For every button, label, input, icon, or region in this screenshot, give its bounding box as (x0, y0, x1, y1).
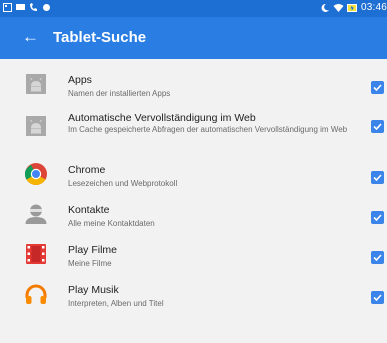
moon-icon (321, 3, 329, 12)
item-subtitle: Interpreten, Alben und Titel (68, 299, 164, 308)
list-item-chrome[interactable]: Chrome Lesezeichen und Webprotokoll (0, 159, 387, 191)
item-subtitle: Alle meine Kontaktdaten (68, 219, 155, 228)
item-title: Play Filme (68, 244, 118, 256)
android-autocomplete-icon (26, 116, 46, 136)
wifi-icon (333, 3, 344, 12)
item-title: Chrome (68, 164, 106, 176)
status-left-icons (3, 3, 51, 12)
battery-icon (346, 3, 357, 12)
checkbox-web-autocomplete[interactable] (371, 120, 384, 133)
item-subtitle: Im Cache gespeicherte Abfragen der autom… (68, 125, 348, 134)
item-title: Play Musik (68, 284, 119, 296)
list-item-play-music[interactable]: Play Musik Interpreten, Alben und Titel (0, 279, 387, 311)
app-bar: ← Tablet-Suche (0, 17, 387, 59)
checkbox-chrome[interactable] (371, 171, 384, 184)
screen-icon (16, 4, 25, 10)
android-apps-icon (26, 74, 46, 94)
item-subtitle: Namen der installierten Apps (68, 89, 171, 98)
clock: 03:46 (360, 2, 387, 13)
contacts-icon (25, 204, 47, 224)
list-item-apps[interactable]: Apps Namen der installierten Apps (0, 69, 387, 101)
play-movies-icon (26, 244, 46, 264)
list-item-play-movies[interactable]: Play Filme Meine Filme (0, 239, 387, 271)
item-title: Kontakte (68, 204, 110, 216)
chrome-icon (25, 163, 47, 185)
checkbox-play-music[interactable] (371, 291, 384, 304)
back-arrow-icon[interactable]: ← (22, 26, 39, 48)
status-bar: 03:46 (0, 0, 387, 17)
item-title: Apps (68, 74, 92, 86)
page-title: Tablet-Suche (53, 29, 147, 46)
item-subtitle: Meine Filme (68, 259, 112, 268)
status-right-icons: 03:46 (320, 2, 387, 13)
list-item-web-autocomplete[interactable]: Automatische Vervollständigung im Web Im… (0, 109, 387, 151)
checkbox-play-movies[interactable] (371, 251, 384, 264)
list-item-contacts[interactable]: Kontakte Alle meine Kontaktdaten (0, 199, 387, 231)
checkbox-apps[interactable] (371, 81, 384, 94)
item-title: Automatische Vervollständigung im Web (68, 112, 256, 124)
item-subtitle: Lesezeichen und Webprotokoll (68, 179, 178, 188)
play-music-icon (25, 284, 47, 304)
record-icon (43, 4, 50, 11)
phone-icon (30, 3, 37, 11)
checkbox-contacts[interactable] (371, 211, 384, 224)
notification-icon (3, 3, 12, 12)
